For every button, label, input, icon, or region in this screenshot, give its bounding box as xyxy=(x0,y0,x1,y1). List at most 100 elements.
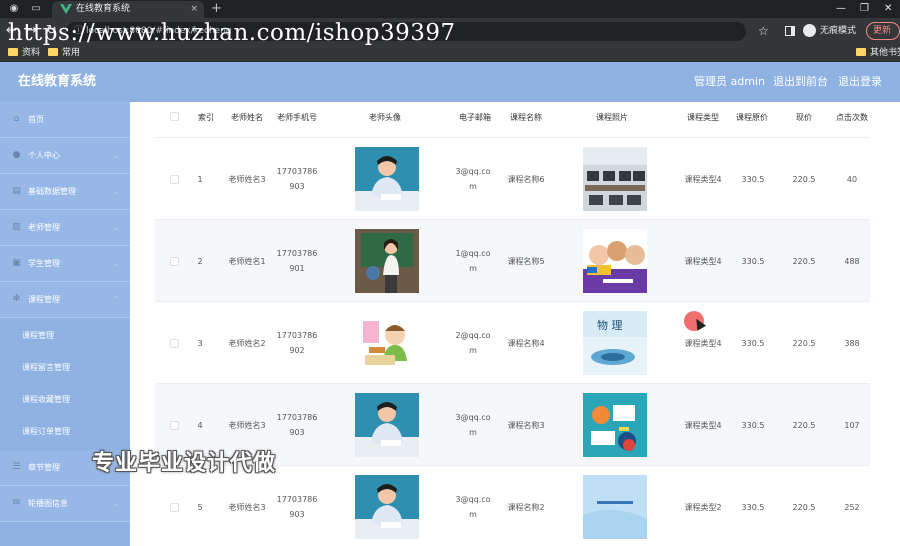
update-button[interactable]: 更新 xyxy=(866,22,900,40)
chevron-down-icon: ⌄ xyxy=(113,499,120,508)
cell-price: 220.5 xyxy=(792,338,816,348)
sidebar-item-courses[interactable]: ✻ 课程管理 ⌃ xyxy=(0,282,130,318)
chevron-down-icon: ⌄ xyxy=(113,187,120,196)
tab-title: 在线教育系统 xyxy=(76,4,131,14)
table-row[interactable]: 2 老师姓名1 17703786901 1@qq.com 课程名称5 课程类型4… xyxy=(155,219,870,301)
content-right-gutter xyxy=(870,102,900,546)
column-header-phone: 老师手机号 xyxy=(277,112,317,122)
cell-price: 220.5 xyxy=(792,502,816,512)
column-header-email: 电子邮箱 xyxy=(459,112,491,122)
sidebar-item-carousel[interactable]: ✉ 轮播图信息 ⌄ xyxy=(0,486,130,522)
sidebar-item-label: 章节管理 xyxy=(28,463,60,472)
chevron-down-icon: ⌄ xyxy=(113,151,120,160)
table-row[interactable]: 1 老师姓名3 17703786903 3@qq.com 课程名称6 课程类型4… xyxy=(155,137,870,219)
sidebar-subitem-course-manage[interactable]: 课程管理 xyxy=(0,320,130,352)
browser-menu-icon[interactable]: ◉ xyxy=(8,3,20,15)
database-icon: ▤ xyxy=(12,186,21,196)
other-bookmarks[interactable]: 其他书签 xyxy=(856,46,900,60)
restore-icon[interactable]: ❐ xyxy=(860,2,869,16)
chevron-up-icon: ⌃ xyxy=(113,295,120,304)
cell-email: 3@qq.com xyxy=(455,167,491,191)
row-checkbox[interactable] xyxy=(170,503,179,512)
sidebar-item-label: 基础数据管理 xyxy=(28,187,76,196)
minimize-icon[interactable]: — xyxy=(836,2,846,16)
cell-teacher: 老师姓名3 xyxy=(228,502,266,512)
teacher-avatar-image xyxy=(355,229,419,293)
sidebar-item-label: 轮播图信息 xyxy=(28,499,68,508)
cell-course-type: 课程类型4 xyxy=(684,420,722,430)
side-panel-icon[interactable] xyxy=(785,26,795,36)
back-to-front-link[interactable]: 退出到前台 xyxy=(773,74,828,90)
table-row[interactable]: 3 老师姓名2 17703786902 2@qq.com 课程名称4 物 理 课… xyxy=(155,301,870,383)
sidebar-subitem-label: 课程管理 xyxy=(22,331,54,340)
incognito-icon xyxy=(803,24,816,37)
sidebar-subitem-course-orders[interactable]: 课程订单管理 xyxy=(0,416,130,448)
close-window-icon[interactable]: ✕ xyxy=(884,2,892,16)
select-all-checkbox[interactable] xyxy=(170,112,179,121)
row-checkbox[interactable] xyxy=(170,175,179,184)
sidebar: ⌂ 首页 ● 个人中心 ⌄ ▤ 基础数据管理 ⌄ ▥ 老师管理 ⌄ ▣ 学生管理… xyxy=(0,102,130,546)
teacher-avatar-image xyxy=(355,311,419,375)
sidebar-item-label: 学生管理 xyxy=(28,259,60,268)
sidebar-item-label: 个人中心 xyxy=(28,151,60,160)
course-photo-image xyxy=(583,147,647,211)
app-header: 在线教育系统 管理员 admin 退出到前台 退出登录 xyxy=(0,62,900,102)
cell-index: 5 xyxy=(197,502,203,512)
cell-clicks: 252 xyxy=(844,502,860,512)
user-icon: ● xyxy=(12,150,21,160)
cell-phone: 17703786902 xyxy=(276,331,318,355)
cell-original-price: 330.5 xyxy=(741,256,765,266)
incognito-label: 无痕模式 xyxy=(820,26,857,36)
cell-original-price: 330.5 xyxy=(741,420,765,430)
sidebar-item-label: 首页 xyxy=(28,115,44,124)
cell-original-price: 330.5 xyxy=(741,174,765,184)
sidebar-subitem-course-comments[interactable]: 课程留言管理 xyxy=(0,352,130,384)
cell-clicks: 40 xyxy=(846,174,858,184)
teacher-avatar-image xyxy=(355,147,419,211)
row-checkbox[interactable] xyxy=(170,339,179,348)
folder-icon xyxy=(48,48,58,56)
cell-phone: 17703786901 xyxy=(276,249,318,273)
tab-close-icon[interactable]: × xyxy=(190,3,198,16)
main-content: 索引 老师姓名 老师手机号 老师头像 电子邮箱 课程名称 课程照片 课程类型 课… xyxy=(130,102,900,546)
bookmark-folder-1[interactable]: 资料 xyxy=(8,46,40,60)
svg-text:物 理: 物 理 xyxy=(597,318,623,332)
logout-link[interactable]: 退出登录 xyxy=(838,74,882,90)
browser-tab[interactable]: 在线教育系统 × xyxy=(52,1,204,18)
cell-course-name: 课程名称5 xyxy=(507,256,545,266)
sidebar-item-basic-data[interactable]: ▤ 基础数据管理 ⌄ xyxy=(0,174,130,210)
cell-phone: 17703786903 xyxy=(276,167,318,191)
column-header-course-type: 课程类型 xyxy=(687,112,719,122)
cell-index: 3 xyxy=(197,338,203,348)
row-checkbox[interactable] xyxy=(170,257,179,266)
bookmark-star-icon[interactable]: ☆ xyxy=(758,23,769,39)
row-checkbox[interactable] xyxy=(170,421,179,430)
cell-email: 3@qq.com xyxy=(455,413,491,437)
sidebar-item-teachers[interactable]: ▥ 老师管理 ⌄ xyxy=(0,210,130,246)
cell-price: 220.5 xyxy=(792,420,816,430)
sidebar-item-students[interactable]: ▣ 学生管理 ⌄ xyxy=(0,246,130,282)
gear-icon: ✻ xyxy=(12,294,21,304)
bookmark-folder-2[interactable]: 常用 xyxy=(48,46,80,60)
cell-teacher: 老师姓名1 xyxy=(228,256,266,266)
sidebar-subitem-course-favorites[interactable]: 课程收藏管理 xyxy=(0,384,130,416)
cell-email: 1@qq.com xyxy=(455,249,491,273)
cell-index: 2 xyxy=(197,256,203,266)
cell-clicks: 488 xyxy=(844,256,860,266)
course-photo-image xyxy=(583,475,647,539)
cell-original-price: 330.5 xyxy=(741,338,765,348)
column-header-clicks: 点击次数 xyxy=(836,112,868,122)
home-icon: ⌂ xyxy=(13,114,20,124)
cell-course-name: 课程名称2 xyxy=(507,502,545,512)
new-tab-button[interactable]: + xyxy=(211,1,222,17)
list-icon: ☰ xyxy=(12,462,21,472)
cell-teacher: 老师姓名2 xyxy=(228,338,266,348)
student-icon: ▣ xyxy=(12,258,21,268)
bookmark-label: 资料 xyxy=(22,48,41,58)
tab-search-icon[interactable]: ▭ xyxy=(30,3,42,15)
bookmark-label: 常用 xyxy=(62,48,81,58)
sidebar-item-profile[interactable]: ● 个人中心 ⌄ xyxy=(0,138,130,174)
sidebar-item-home[interactable]: ⌂ 首页 xyxy=(0,102,130,138)
url-watermark: https://www.huzhan.com/ishop39397 xyxy=(8,20,456,46)
admin-user-label: 管理员 admin xyxy=(694,75,765,88)
